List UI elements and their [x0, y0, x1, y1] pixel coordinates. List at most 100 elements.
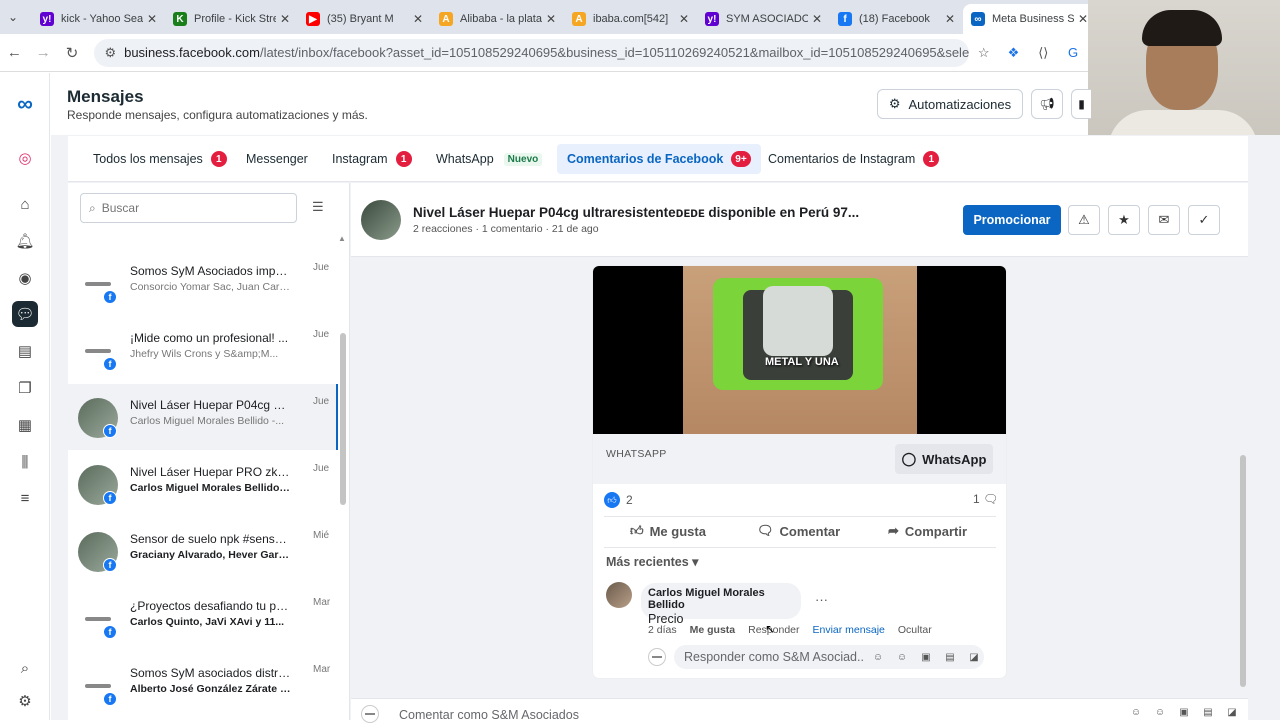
inbox-icon[interactable]: 💬︎ — [12, 301, 38, 327]
camera-icon[interactable]: ▣ — [916, 652, 936, 663]
tab-messenger[interactable]: Messenger — [236, 144, 318, 174]
emoji-icon[interactable]: ☺ — [892, 652, 912, 663]
extension-code-icon[interactable]: ⟨⟩ — [1028, 45, 1058, 61]
warning-icon: ⚠ — [1078, 212, 1090, 227]
report-button[interactable]: ⚠ — [1068, 205, 1100, 235]
browser-tab[interactable]: ∞ Meta Business Suite ✕ — [963, 4, 1096, 34]
browser-tab[interactable]: K Profile - Kick Streaming ✕ — [165, 4, 298, 34]
promote-button[interactable]: Promocionar — [963, 205, 1061, 235]
conversation-item[interactable]: f ¡Mide como un profesional! ... Jhefry Wi… — [68, 317, 338, 383]
page-title: Mensajes — [67, 87, 144, 106]
content-icon[interactable]: ❐ — [12, 375, 38, 401]
conversation-item[interactable]: f Sensor de suelo npk #sensor ... Graciany… — [68, 518, 338, 584]
bottom-camera-icon[interactable]: ▣ — [1174, 707, 1194, 718]
gif-sticker-icon[interactable]: ☺ — [868, 652, 888, 663]
browser-tab[interactable]: ▶ (35) Bryant M ✕ — [298, 4, 431, 34]
share-button[interactable]: ➦ Compartir — [888, 523, 967, 539]
back-icon[interactable]: ← — [0, 44, 29, 61]
commenter-avatar[interactable] — [606, 582, 632, 608]
tab-close-icon[interactable]: ✕ — [945, 12, 955, 26]
search-input[interactable] — [101, 201, 272, 215]
conversation-item[interactable]: f Nivel Láser Huepar PRO zk04... Carlos Mi… — [68, 451, 338, 517]
tab-todos-los-mensajes[interactable]: Todos los mensajes 1 — [83, 144, 237, 174]
tab-favicon-icon: K — [173, 12, 187, 26]
meta-logo-icon[interactable]: ∞ — [12, 91, 38, 117]
translate-icon[interactable]: G — [1058, 45, 1088, 60]
conversation-date: Jue — [313, 396, 330, 407]
comment-button[interactable]: 🗨︎ Comentar — [757, 523, 840, 539]
browser-tab[interactable]: y! SYM ASOCIADOS ✕ — [697, 4, 830, 34]
insights-icon[interactable]: ⫼ — [12, 449, 38, 475]
tab-close-icon[interactable]: ✕ — [546, 12, 556, 26]
tab-close-icon[interactable]: ✕ — [812, 12, 822, 26]
reaction-summary[interactable]: 👍︎ 2 — [604, 492, 633, 508]
forward-icon[interactable]: → — [29, 44, 58, 61]
search-box[interactable]: ⌕ — [80, 193, 297, 223]
mail-button[interactable]: ✉ — [1148, 205, 1180, 235]
reload-icon[interactable]: ↻ — [58, 44, 87, 62]
notifications-icon[interactable]: 🔔︎ — [12, 228, 38, 254]
facebook-badge-icon: f — [103, 424, 117, 438]
compass-icon[interactable]: ◉ — [12, 265, 38, 291]
hide-comment-link[interactable]: Ocultar — [898, 624, 932, 636]
browser-tab[interactable]: A Alibaba - la plataforma ✕ — [431, 4, 564, 34]
url-field[interactable]: ⚙ business.facebook.com /latest/inbox/fa… — [94, 38, 969, 67]
sort-dropdown[interactable]: Más recientes ▾ — [606, 554, 698, 569]
comment-like-link[interactable]: Me gusta — [690, 624, 736, 636]
automations-button[interactable]: ⚙ Automatizaciones — [877, 89, 1023, 119]
browser-tab[interactable]: f (18) Facebook ✕ — [830, 4, 963, 34]
post-video[interactable]: METAL Y UNA — [593, 266, 1006, 434]
search-nav-icon[interactable]: ⌕ — [12, 655, 38, 681]
tab-favicon-icon: ▶ — [306, 12, 320, 26]
browser-tab[interactable]: Aibaba.com[542] ✕ — [564, 4, 697, 34]
tab-search-icon[interactable]: ⌄ — [8, 10, 18, 24]
list-scrollbar[interactable] — [340, 333, 346, 505]
tab-close-icon[interactable]: ✕ — [679, 12, 689, 26]
tab-close-icon[interactable]: ✕ — [413, 12, 423, 26]
account-avatar-icon[interactable]: ◎ — [12, 145, 38, 171]
home-icon[interactable]: ⌂ — [12, 191, 38, 217]
conversation-item[interactable]: f Nivel Láser Huepar P04cg ultr... Carlos … — [68, 384, 338, 450]
tab-close-icon[interactable]: ✕ — [280, 12, 290, 26]
star-button[interactable]: ★ — [1108, 205, 1140, 235]
tab-close-icon[interactable]: ✕ — [1078, 12, 1088, 26]
tab-whatsapp[interactable]: WhatsApp Nuevo — [426, 144, 552, 174]
calendar-icon[interactable]: ▦ — [12, 412, 38, 438]
bookmark-star-icon[interactable]: ☆ — [969, 45, 999, 61]
tab-comentarios-de-facebook[interactable]: Comentarios de Facebook 9+ — [557, 144, 761, 174]
send-message-link[interactable]: Enviar mensaje — [813, 624, 885, 636]
stats-button[interactable]: ▮ — [1071, 89, 1091, 119]
reply-input[interactable]: Responder como S&M Asociad... ☺ ☺ ▣ ▤ ◪ — [674, 645, 984, 669]
comment-count[interactable]: 1 🗨︎ — [973, 492, 998, 506]
filter-icon[interactable]: ☰ — [312, 199, 324, 215]
reply-placeholder: Responder como S&M Asociad... — [684, 650, 864, 664]
settings-icon[interactable]: ⚙ — [12, 688, 38, 714]
comment-author[interactable]: Carlos Miguel Morales Bellido — [648, 587, 794, 611]
tab-close-icon[interactable]: ✕ — [147, 12, 157, 26]
scroll-up-icon[interactable]: ▲ — [338, 234, 346, 243]
bottom-emoji-icon[interactable]: ☺ — [1150, 707, 1170, 718]
whatsapp-button[interactable]: ◯ WhatsApp — [895, 444, 993, 474]
sticker-icon[interactable]: ◪ — [964, 652, 984, 663]
conversation-item[interactable]: f ¿Proyectos desafiando tu pre... Carlos Q… — [68, 585, 338, 651]
detail-scrollbar[interactable] — [1240, 455, 1246, 687]
browser-tab[interactable]: y! kick - Yahoo Search ✕ — [32, 4, 165, 34]
comment-more-icon[interactable]: ··· — [815, 592, 828, 607]
conversation-item[interactable]: f Somos SyM asociados distrib... Alberto J… — [68, 652, 338, 718]
bottom-avatar-icon[interactable]: ☺ — [1126, 707, 1146, 718]
tab-comentarios-de-instagram[interactable]: Comentarios de Instagram 1 — [758, 144, 949, 174]
facebook-badge-icon: f — [103, 290, 117, 304]
contacts-icon[interactable]: ▤ — [12, 338, 38, 364]
bottom-gif-icon[interactable]: ▤ — [1198, 707, 1218, 718]
done-button[interactable]: ✓ — [1188, 205, 1220, 235]
tab-instagram[interactable]: Instagram 1 — [322, 144, 422, 174]
site-info-icon[interactable]: ⚙ — [104, 45, 116, 61]
like-button[interactable]: 👍︎ Me gusta — [630, 523, 706, 539]
announcement-button[interactable]: 📢︎ — [1031, 89, 1063, 119]
extension-icon[interactable]: ❖ — [999, 45, 1029, 61]
whatsapp-button-label: WhatsApp — [922, 451, 987, 467]
bottom-sticker-icon[interactable]: ◪ — [1222, 707, 1242, 718]
conversation-item[interactable]: f Somos SyM Asociados impor... Consorcio Y… — [68, 250, 338, 316]
gif-icon[interactable]: ▤ — [940, 652, 960, 663]
menu-icon[interactable]: ≡ — [12, 485, 38, 511]
